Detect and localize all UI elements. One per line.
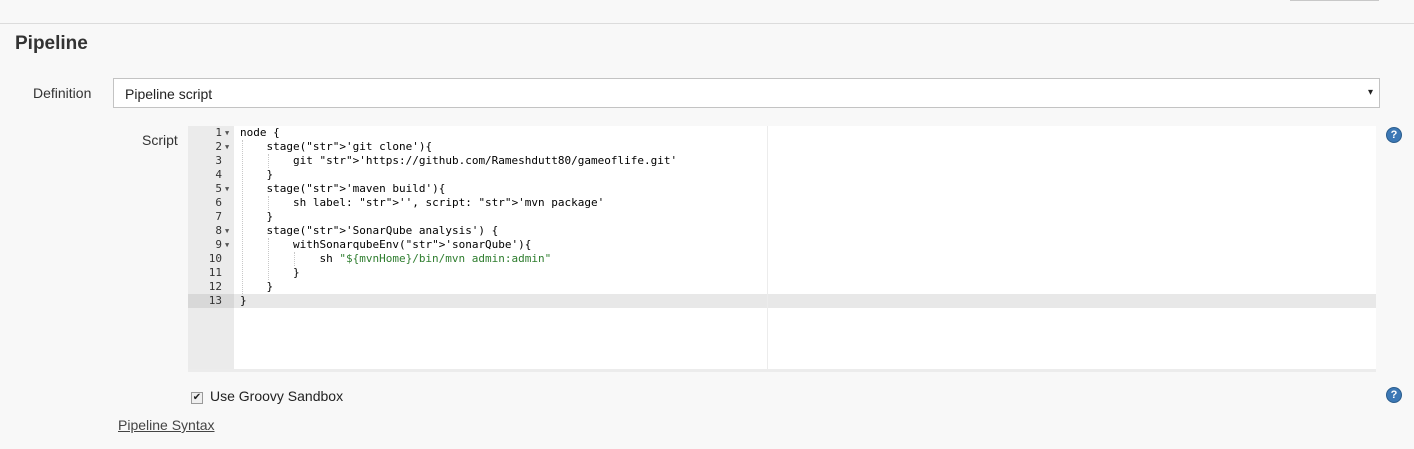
line-number: 9 (215, 238, 222, 251)
dropdown-arrow-icon[interactable]: ▾ (1368, 87, 1373, 98)
code-line[interactable]: 8 ▼ stage("str">'SonarQube analysis') { (188, 224, 1376, 238)
top-button-edge[interactable] (1290, 0, 1379, 1)
line-number: 3 (215, 154, 222, 167)
code-text: } (240, 294, 247, 307)
pipeline-syntax-link[interactable]: Pipeline Syntax (118, 417, 215, 433)
script-label: Script (142, 132, 178, 148)
groovy-sandbox-checkbox[interactable]: ✔ (191, 392, 203, 404)
code-line[interactable]: 1 ▼ node { (188, 126, 1376, 140)
line-number: 13 (208, 294, 222, 307)
line-number: 5 (215, 182, 222, 195)
code-text: stage("str">'maven build'){ (240, 182, 446, 195)
line-number: 4 (215, 168, 222, 181)
script-help-icon[interactable]: ? (1386, 127, 1402, 143)
code-text: withSonarqubeEnv("str">'sonarQube'){ (240, 238, 532, 251)
code-text: node { (240, 126, 280, 139)
code-line[interactable]: 12 } (188, 280, 1376, 294)
fold-arrow-icon[interactable]: ▼ (225, 238, 229, 252)
code-line[interactable]: 13} (188, 294, 1376, 308)
code-text: stage("str">'git clone'){ (240, 140, 433, 153)
definition-selected-value: Pipeline script (125, 86, 213, 102)
fold-arrow-icon[interactable]: ▼ (225, 224, 229, 238)
fold-arrow-icon[interactable]: ▼ (225, 126, 229, 140)
line-number: 8 (215, 224, 222, 237)
code-line[interactable]: 11 } (188, 266, 1376, 280)
top-divider (0, 23, 1414, 24)
code-text: } (240, 266, 300, 279)
code-line[interactable]: 2 ▼ stage("str">'git clone'){ (188, 140, 1376, 154)
line-number: 7 (215, 210, 222, 223)
code-text: } (240, 168, 274, 181)
code-text: } (240, 210, 274, 223)
groovy-sandbox-label: Use Groovy Sandbox (210, 388, 344, 404)
code-text: sh "${mvnHome}/bin/mvn admin:admin" (240, 252, 552, 265)
line-number: 12 (208, 280, 222, 293)
fold-arrow-icon[interactable]: ▼ (225, 140, 229, 154)
script-editor[interactable]: 1 ▼ node {2 ▼ stage("str">'git clone'){3 gi… (188, 126, 1376, 372)
code-line[interactable]: 5 ▼ stage("str">'maven build'){ (188, 182, 1376, 196)
code-line[interactable]: 3 git "str">'https://github.com/Rameshdu… (188, 154, 1376, 168)
line-number: 1 (215, 126, 222, 139)
line-number: 11 (208, 266, 222, 279)
code-text: sh label: "str">'', script: "str">'mvn p… (240, 196, 605, 209)
line-number: 10 (208, 252, 222, 265)
definition-label: Definition (33, 85, 92, 101)
definition-select[interactable]: Pipeline script ▾ (113, 78, 1380, 108)
code-text: stage("str">'SonarQube analysis') { (240, 224, 499, 237)
code-line[interactable]: 6 sh label: "str">'', script: "str">'mvn… (188, 196, 1376, 210)
code-text: git "str">'https://github.com/Rameshdutt… (240, 154, 678, 167)
code-line[interactable]: 9 ▼ withSonarqubeEnv("str">'sonarQube'){ (188, 238, 1376, 252)
line-number: 6 (215, 196, 222, 209)
line-number: 2 (215, 140, 222, 153)
code-line[interactable]: 10 sh "${mvnHome}/bin/mvn admin:admin" (188, 252, 1376, 266)
sandbox-help-icon[interactable]: ? (1386, 387, 1402, 403)
code-line[interactable]: 4 } (188, 168, 1376, 182)
section-title: Pipeline (15, 33, 88, 54)
code-text: } (240, 280, 274, 293)
code-line[interactable]: 7 } (188, 210, 1376, 224)
fold-arrow-icon[interactable]: ▼ (225, 182, 229, 196)
